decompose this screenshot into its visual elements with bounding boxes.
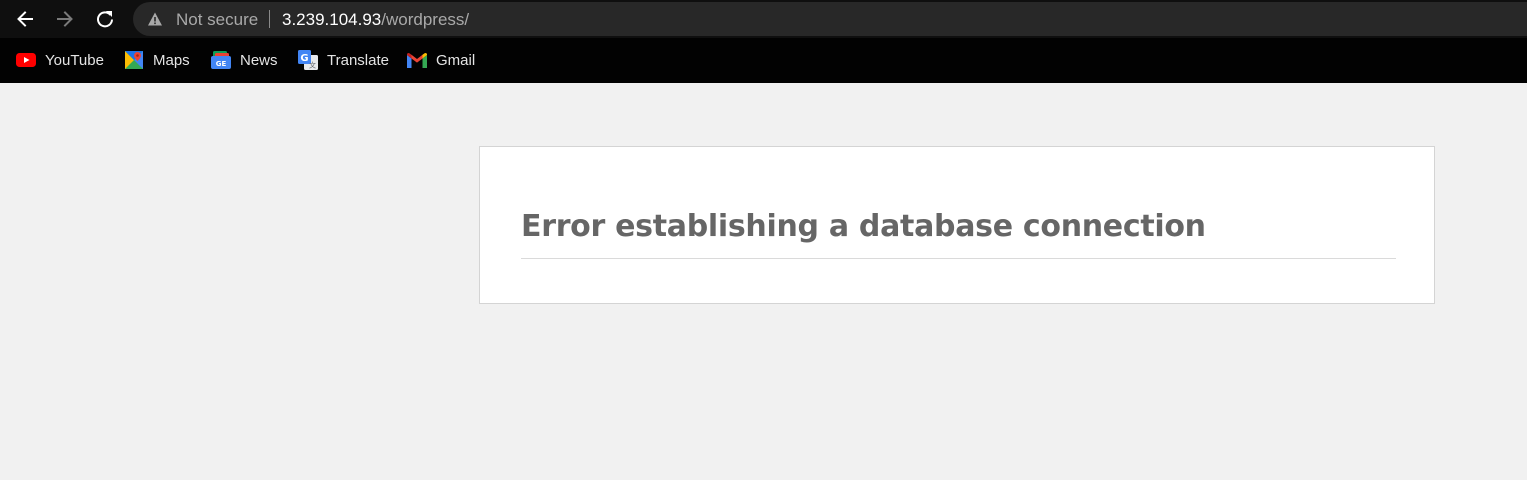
bookmarks-bar: YouTube Maps GE News G 文 Translate Gmail xyxy=(0,38,1527,83)
forward-button[interactable] xyxy=(51,5,79,33)
address-bar[interactable]: Not secure 3.239.104.93/wordpress/ xyxy=(133,2,1527,36)
svg-text:GE: GE xyxy=(216,60,227,68)
bookmark-label: News xyxy=(240,51,278,69)
error-heading: Error establishing a database connection xyxy=(521,209,1206,244)
bookmark-label: Maps xyxy=(153,51,190,69)
svg-text:G: G xyxy=(300,53,308,64)
maps-icon xyxy=(124,50,144,70)
bookmark-maps[interactable]: Maps xyxy=(124,49,190,71)
news-icon: GE xyxy=(211,50,231,70)
security-status-label[interactable]: Not secure xyxy=(176,10,258,30)
svg-text:文: 文 xyxy=(309,61,316,70)
bookmark-youtube[interactable]: YouTube xyxy=(16,49,104,71)
url-path: /wordpress/ xyxy=(381,10,470,29)
url-text[interactable]: 3.239.104.93/wordpress/ xyxy=(282,10,469,30)
bookmark-label: Gmail xyxy=(436,51,476,69)
error-message-box: Error establishing a database connection xyxy=(479,146,1435,304)
warning-triangle-icon[interactable] xyxy=(147,11,163,27)
bookmark-label: YouTube xyxy=(45,51,104,69)
translate-icon: G 文 xyxy=(298,50,318,70)
youtube-icon xyxy=(16,50,36,70)
arrow-left-icon xyxy=(17,11,33,27)
url-host: 3.239.104.93 xyxy=(282,10,382,29)
bookmark-news[interactable]: GE News xyxy=(211,49,278,71)
arrow-right-icon xyxy=(57,11,73,27)
reload-button[interactable] xyxy=(91,5,119,33)
divider xyxy=(521,258,1396,259)
browser-toolbar: Not secure 3.239.104.93/wordpress/ xyxy=(0,0,1527,38)
bookmark-label: Translate xyxy=(327,51,389,69)
bookmark-translate[interactable]: G 文 Translate xyxy=(298,49,389,71)
back-button[interactable] xyxy=(11,5,39,33)
reload-icon xyxy=(97,11,113,28)
omnibox-separator xyxy=(269,10,270,28)
gmail-icon xyxy=(407,50,427,70)
bookmark-gmail[interactable]: Gmail xyxy=(407,49,475,71)
